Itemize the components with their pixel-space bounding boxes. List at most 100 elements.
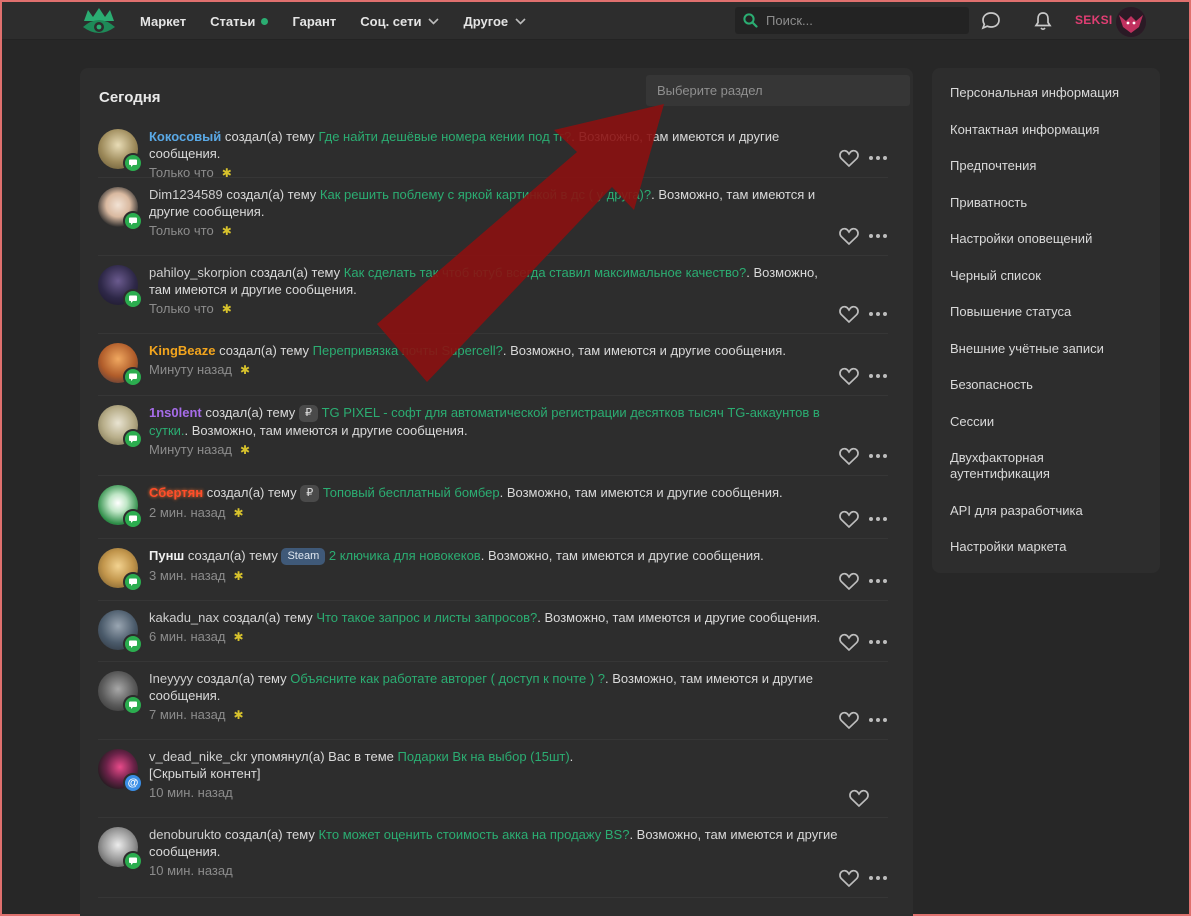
topic-link[interactable]: Что такое запрос и листы запросов? [316,610,537,625]
topic-link[interactable]: Где найти дешёвые номера кении под тг? [318,129,571,144]
star-icon: ✱ [240,362,251,377]
sidebar-item-contact-info[interactable]: Контактная информация [932,114,1160,146]
topic-link[interactable]: 2 ключика для новокеков [329,548,481,563]
message-badge-icon [123,695,143,715]
timestamp: 6 мин. назад [149,629,226,644]
username[interactable]: 1ns0lent [149,405,202,420]
username[interactable]: KingBeaze [149,343,215,358]
nav-articles[interactable]: Статьи [210,14,269,29]
username[interactable]: kakadu_nax [149,610,219,625]
more-icon[interactable] [868,311,888,317]
action-text: создал(а) тему [224,827,315,842]
list-item: Ineyyyy создал(а) тему Объясните как раб… [98,662,888,740]
sidebar-item-sessions[interactable]: Сессии [932,406,1160,438]
thread-prefix[interactable]: ₽ [300,485,320,502]
sidebar-item-two-factor[interactable]: Двухфакторная аутентификация [932,442,1160,490]
sidebar-item-market-settings[interactable]: Настройки маркета [932,531,1160,563]
list-item: KingBeaze создал(а) тему Перепривязка по… [98,334,888,396]
topic-link[interactable]: Топовый бесплатный бомбер [323,485,500,500]
list-item: Dim1234589 создал(а) тему Как решить поб… [98,178,888,256]
activity-feed: Кокосовый создал(а) тему Где найти дешёв… [98,120,888,898]
sidebar-item-external-accounts[interactable]: Внешние учётные записи [932,333,1160,365]
message-badge-icon [123,153,143,173]
suffix-text: . Возможно, там имеются и другие сообщен… [537,610,821,625]
action-text: создал(а) тему [222,610,313,625]
heart-icon[interactable] [838,710,860,730]
more-icon[interactable] [868,453,888,459]
sidebar-item-security[interactable]: Безопасность [932,369,1160,401]
more-icon[interactable] [868,155,888,161]
sidebar-item-blacklist[interactable]: Черный список [932,260,1160,292]
topic-link[interactable]: Объясните как работате авторег ( доступ … [290,671,605,686]
username[interactable]: denoburukto [149,827,221,842]
sidebar-item-privacy[interactable]: Приватность [932,187,1160,219]
username[interactable]: Кокосовый [149,129,221,144]
sidebar-item-personal-info[interactable]: Персональная информация [932,77,1160,109]
heart-icon[interactable] [848,788,870,808]
nav-other[interactable]: Другое [463,14,526,29]
username[interactable]: Ineyyyy [149,671,193,686]
more-icon[interactable] [868,717,888,723]
star-icon: ✱ [233,568,244,583]
username[interactable]: pahiloy_skorpion [149,265,247,280]
username[interactable]: Dim1234589 [149,187,223,202]
logo-icon[interactable] [82,7,116,35]
action-text: создал(а) тему [187,548,278,563]
nav-market[interactable]: Маркет [140,14,186,29]
list-item: @ v_dead_nike_ckr упомянул(а) Вас в теме… [98,740,888,818]
section-select[interactable]: Выберите раздел [646,75,910,106]
search-input[interactable] [766,13,956,28]
thread-prefix[interactable]: Steam [281,548,326,565]
more-icon[interactable] [868,516,888,522]
topic-link[interactable]: Как решить поблему с яркой картинкой в д… [320,187,651,202]
sidebar-item-status-upgrade[interactable]: Повышение статуса [932,296,1160,328]
nav-guarantor[interactable]: Гарант [292,14,336,29]
username-label[interactable]: SEKSI [1075,13,1113,27]
heart-icon[interactable] [838,366,860,386]
heart-icon[interactable] [838,304,860,324]
heart-icon[interactable] [838,509,860,529]
search-box[interactable] [735,7,969,34]
list-item: denoburukto создал(а) тему Кто может оце… [98,818,888,898]
timestamp: 10 мин. назад [149,785,233,800]
list-item: Сбертян создал(а) тему ₽ Топовый бесплат… [98,476,888,539]
timestamp: Минуту назад [149,442,233,457]
user-avatar[interactable] [1116,7,1146,37]
heart-icon[interactable] [838,226,860,246]
topic-link[interactable]: Как сделать так чтоб ютуб всегда ставил … [344,265,746,280]
username[interactable]: v_dead_nike_ckr [149,749,247,764]
action-text: создал(а) тему [205,405,296,420]
bell-icon[interactable] [1032,10,1054,32]
more-icon[interactable] [868,875,888,881]
mention-badge-icon: @ [123,773,143,793]
topic-link[interactable]: Перепривязка почты Supercell? [313,343,503,358]
nav-social[interactable]: Соц. сети [360,14,440,29]
more-icon[interactable] [868,373,888,379]
sidebar-item-preferences[interactable]: Предпочтения [932,150,1160,182]
thread-prefix[interactable]: ₽ [298,405,318,422]
timestamp: 10 мин. назад [149,863,233,878]
nav-market-label: Маркет [140,13,187,29]
chat-icon[interactable] [980,10,1002,32]
heart-icon[interactable] [838,148,860,168]
topic-link[interactable]: Подарки Вк на выбор (15шт) [398,749,570,764]
username[interactable]: Сбертян [149,485,203,500]
timestamp: 2 мин. назад [149,505,226,520]
heart-icon[interactable] [838,571,860,591]
more-icon[interactable] [868,233,888,239]
more-icon[interactable] [868,578,888,584]
action-text: создал(а) тему [224,129,315,144]
heart-icon[interactable] [838,632,860,652]
sidebar-item-notification-settings[interactable]: Настройки оповещений [932,223,1160,255]
heart-icon[interactable] [838,868,860,888]
more-icon[interactable] [868,639,888,645]
username[interactable]: Пунш [149,548,184,563]
topic-link[interactable]: Кто может оценить стоимость акка на прод… [318,827,629,842]
hidden-content-text: [Скрытый контент] [149,766,261,781]
main-nav: Маркет Статьи Гарант Соц. сети Другое [140,2,550,40]
sidebar-item-api[interactable]: API для разработчика [932,495,1160,527]
page-title: Сегодня [99,89,161,106]
heart-icon[interactable] [838,446,860,466]
action-text: упомянул(а) Вас в теме [250,749,394,764]
message-badge-icon [123,509,143,529]
